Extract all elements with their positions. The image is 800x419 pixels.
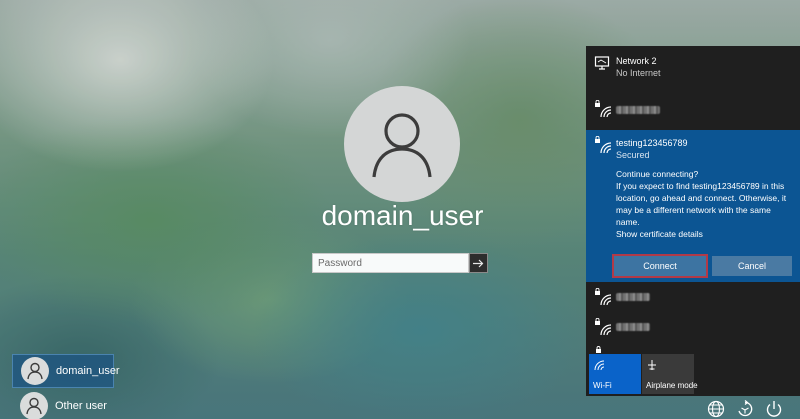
- network-name: Network 2: [616, 56, 657, 66]
- show-certificate-link[interactable]: Show certificate details: [616, 228, 792, 240]
- quick-action-label: Airplane mode: [646, 381, 698, 390]
- password-box: [312, 253, 488, 273]
- network-status: No Internet: [616, 68, 661, 78]
- connect-prompt: Continue connecting? If you expect to fi…: [616, 168, 792, 240]
- avatar: [20, 392, 48, 419]
- user-tile-label: domain_user: [56, 365, 120, 377]
- network-globe-icon[interactable]: [705, 399, 727, 419]
- password-input[interactable]: [312, 253, 469, 273]
- cancel-button[interactable]: Cancel: [712, 256, 792, 276]
- submit-button[interactable]: [469, 253, 488, 273]
- network-item-hidden-2[interactable]: [586, 284, 800, 314]
- network-item-hidden-1[interactable]: [586, 92, 800, 124]
- user-silhouette-icon: [26, 397, 42, 415]
- network-flyout: Network 2 No Internet testing123456789 S…: [586, 46, 800, 396]
- user-tile-other-user[interactable]: Other user: [12, 389, 114, 419]
- network-status: Secured: [616, 150, 650, 160]
- network-item-hidden-3[interactable]: [586, 314, 800, 344]
- obscured-network-name: [616, 106, 660, 114]
- secured-wifi-icon: [595, 100, 612, 118]
- user-tile-label: Other user: [55, 400, 107, 412]
- user-silhouette-icon: [27, 362, 43, 380]
- arrow-right-icon: [473, 259, 484, 267]
- secured-wifi-icon: [595, 318, 612, 336]
- secured-wifi-icon: [595, 288, 612, 306]
- user-avatar: [344, 86, 460, 202]
- network-name: testing123456789: [616, 138, 688, 148]
- avatar: [21, 357, 49, 385]
- user-silhouette-icon: [372, 113, 432, 178]
- connect-button[interactable]: Connect: [612, 254, 708, 278]
- ethernet-monitor-icon: [594, 56, 610, 70]
- quick-action-label: Wi-Fi: [593, 381, 612, 390]
- username-heading: domain_user: [321, 200, 484, 231]
- network-item-network-2[interactable]: Network 2 No Internet: [586, 46, 800, 86]
- user-tile-domain-user[interactable]: domain_user: [12, 354, 120, 388]
- obscured-network-name: [616, 323, 650, 331]
- prompt-title: Continue connecting?: [616, 169, 699, 179]
- lock-icon: [596, 346, 601, 353]
- wifi-icon: [594, 360, 605, 371]
- quick-action-airplane[interactable]: Airplane mode: [642, 354, 698, 394]
- airplane-icon: [648, 360, 656, 370]
- obscured-network-name: [616, 293, 650, 301]
- ease-of-access-icon[interactable]: [734, 399, 756, 419]
- network-item-selected: testing123456789 Secured Continue connec…: [586, 130, 800, 282]
- quick-action-wifi[interactable]: Wi-Fi: [589, 354, 641, 394]
- prompt-body: If you expect to find testing123456789 i…: [616, 181, 787, 227]
- network-item-partial: [586, 344, 800, 354]
- secured-wifi-icon: [595, 136, 612, 154]
- power-icon[interactable]: [763, 399, 785, 419]
